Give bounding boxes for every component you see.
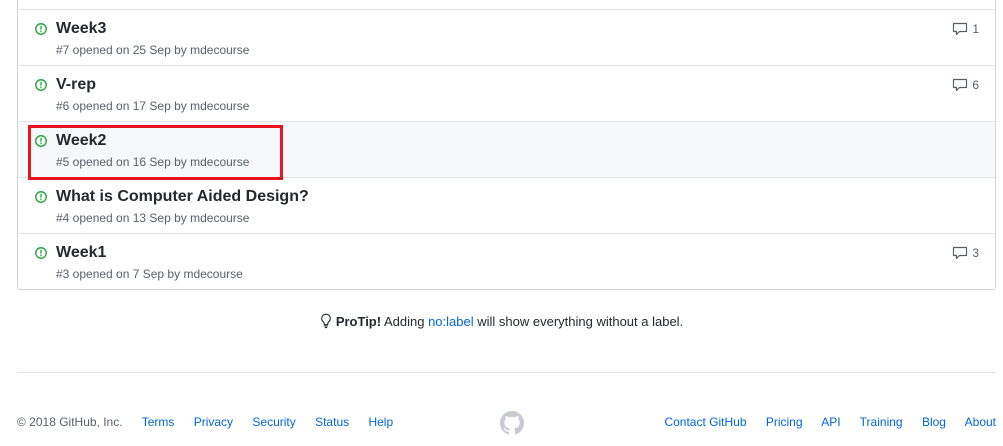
issue-meta: #4 opened on 13 Sep by mdecourse (56, 211, 250, 225)
light-bulb-icon (321, 313, 331, 329)
previous-issue-row-fragment (18, 0, 995, 9)
footer-link-terms[interactable]: Terms (142, 415, 175, 429)
copyright: © 2018 GitHub, Inc. (17, 415, 123, 429)
issue-comments-link[interactable]: 1 (952, 22, 979, 36)
footer-link-privacy[interactable]: Privacy (194, 415, 233, 429)
footer-link-about[interactable]: About (965, 415, 996, 429)
issues-page: Week3 #7 opened on 25 Sep by mdecourse 1… (0, 0, 1003, 446)
protip-text-before: Adding (381, 314, 429, 329)
protip-text-after: will show everything without a label. (473, 314, 684, 329)
issue-opened-icon (35, 23, 47, 35)
issue-title-link[interactable]: What is Computer Aided Design? (56, 188, 309, 206)
no-label-link[interactable]: no:label (428, 314, 474, 329)
footer-link-pricing[interactable]: Pricing (766, 415, 803, 429)
issue-row[interactable]: Week1 #3 opened on 7 Sep by mdecourse 3 (18, 233, 995, 289)
footer-divider (17, 372, 996, 373)
comment-count: 6 (972, 78, 979, 92)
footer-link-status[interactable]: Status (315, 415, 349, 429)
issue-meta: #3 opened on 7 Sep by mdecourse (56, 267, 243, 281)
issue-row[interactable]: What is Computer Aided Design? #4 opened… (18, 177, 995, 233)
footer-left: © 2018 GitHub, Inc. Terms Privacy Securi… (17, 415, 409, 429)
issue-title-link[interactable]: V-rep (56, 76, 96, 94)
comment-icon (953, 78, 968, 92)
comment-icon (953, 246, 968, 260)
footer-link-blog[interactable]: Blog (922, 415, 946, 429)
issue-opened-icon (35, 79, 47, 91)
comment-count: 1 (972, 22, 979, 36)
issue-comments-link[interactable]: 6 (952, 78, 979, 92)
protip-label: ProTip! (335, 314, 382, 329)
footer-link-security[interactable]: Security (252, 415, 295, 429)
highlight-annotation-box (28, 125, 283, 180)
issue-meta: #7 opened on 25 Sep by mdecourse (56, 43, 250, 57)
issue-row[interactable]: Week3 #7 opened on 25 Sep by mdecourse 1 (18, 9, 995, 65)
footer-link-help[interactable]: Help (368, 415, 393, 429)
issue-comments-link[interactable]: 3 (952, 246, 979, 260)
footer-right: Contact GitHub Pricing API Training Blog… (664, 415, 996, 429)
comment-count: 3 (972, 246, 979, 260)
footer-link-training[interactable]: Training (860, 415, 903, 429)
issue-title-link[interactable]: Week3 (56, 20, 106, 38)
issue-opened-icon (35, 247, 47, 259)
footer-link-contact[interactable]: Contact GitHub (664, 415, 746, 429)
comment-icon (953, 22, 968, 36)
issue-title-link[interactable]: Week1 (56, 244, 106, 262)
footer-link-api[interactable]: API (821, 415, 840, 429)
issue-row[interactable]: V-rep #6 opened on 17 Sep by mdecourse 6 (18, 65, 995, 121)
protip: ProTip! Adding no:label will show everyt… (0, 313, 1003, 329)
issue-opened-icon (35, 191, 47, 203)
github-mark-icon[interactable] (500, 411, 524, 435)
issue-meta: #6 opened on 17 Sep by mdecourse (56, 99, 250, 113)
